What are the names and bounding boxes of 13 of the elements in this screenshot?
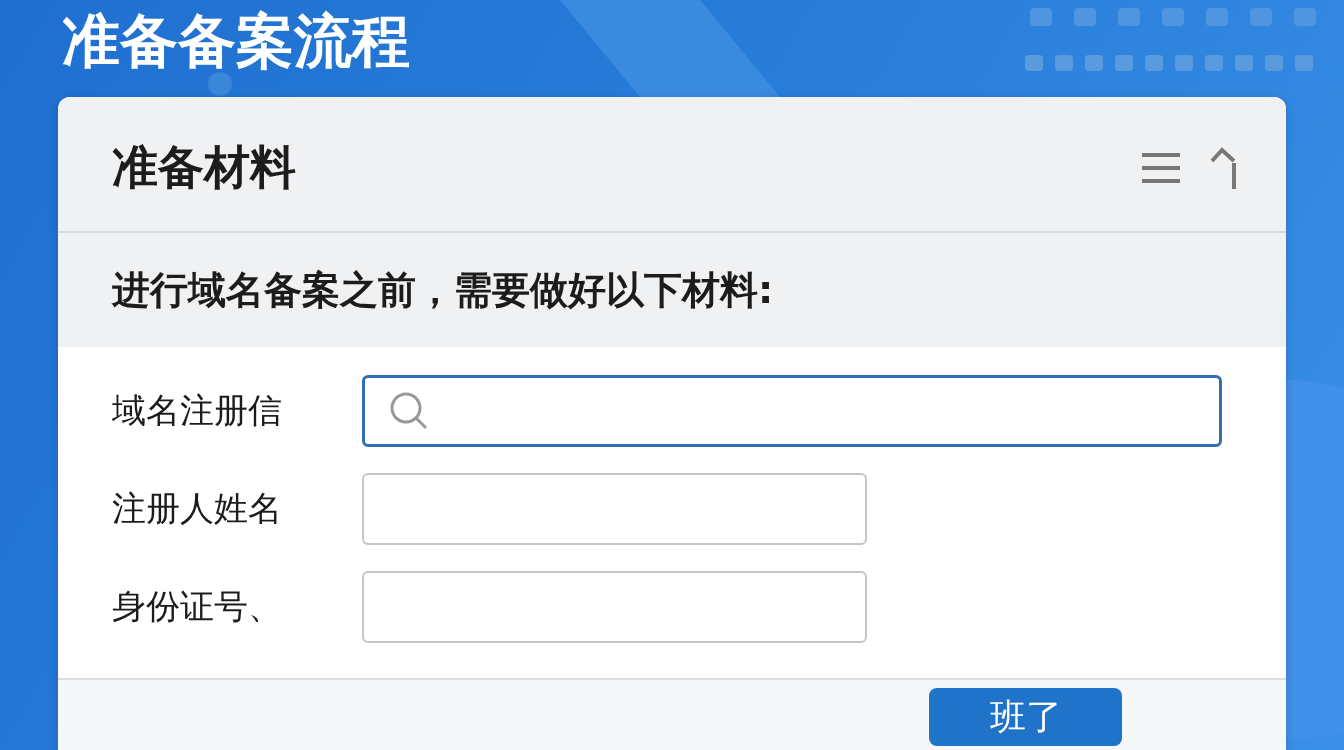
menu-icon[interactable]	[1142, 153, 1180, 183]
input-field[interactable]	[362, 473, 867, 545]
panel-title: 准备材料	[112, 139, 296, 196]
input-field[interactable]	[362, 571, 867, 643]
decorative-circle	[208, 72, 232, 96]
search-field[interactable]	[362, 375, 1222, 447]
field-label: 域名注册信	[112, 389, 283, 432]
page-title: 准备备案流程	[62, 8, 410, 74]
instruction-text: 进行域名备案之前，需要做好以下材料:	[112, 266, 774, 314]
submit-button[interactable]: 班了	[929, 688, 1122, 746]
field-label: 注册人姓名	[112, 487, 283, 530]
search-icon	[389, 391, 429, 431]
field-label: 身份证号、	[112, 585, 283, 628]
